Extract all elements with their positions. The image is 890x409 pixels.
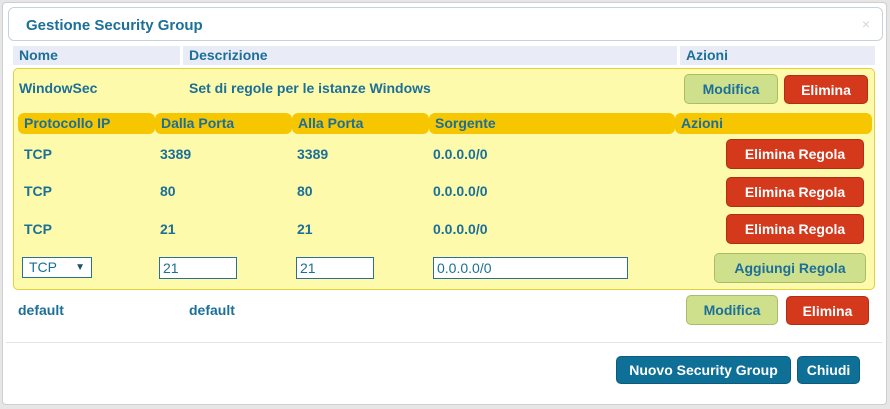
- group-name: WindowSec: [19, 80, 98, 96]
- protocol-select[interactable]: TCP ▼: [22, 257, 92, 278]
- rule-to-port: 3389: [297, 146, 329, 162]
- from-port-input[interactable]: [159, 257, 237, 279]
- column-header-actions: Azioni: [680, 46, 875, 65]
- rule-protocol: TCP: [24, 146, 52, 162]
- footer-divider: [6, 342, 882, 343]
- delete-rule-button[interactable]: Elimina Regola: [726, 139, 864, 169]
- dropdown-arrow-icon: ▼: [75, 262, 85, 273]
- delete-rule-button[interactable]: Elimina Regola: [726, 177, 864, 207]
- column-header-description: Descrizione: [183, 46, 677, 65]
- rule-source: 0.0.0.0/0: [433, 221, 488, 237]
- source-input[interactable]: [433, 257, 628, 279]
- protocol-select-value: TCP: [29, 259, 57, 275]
- rules-header-actions: Azioni: [675, 113, 872, 134]
- rule-from-port: 80: [160, 183, 176, 199]
- rule-source: 0.0.0.0/0: [433, 183, 488, 199]
- rule-from-port: 21: [160, 221, 176, 237]
- rules-header-from-port: Dalla Porta: [155, 113, 292, 134]
- delete-group-button[interactable]: Elimina: [784, 75, 868, 104]
- rule-source: 0.0.0.0/0: [433, 146, 488, 162]
- dialog-title: Gestione Security Group: [26, 17, 203, 34]
- column-header-name: Nome: [13, 46, 180, 65]
- close-button[interactable]: Chiudi: [797, 356, 860, 384]
- delete-group-button[interactable]: Elimina: [786, 296, 869, 325]
- rule-protocol: TCP: [24, 221, 52, 237]
- edit-group-button[interactable]: Modifica: [684, 74, 778, 104]
- group-name: default: [18, 302, 64, 318]
- group-description: Set di regole per le istanze Windows: [189, 80, 431, 96]
- close-icon[interactable]: ×: [862, 16, 870, 32]
- rules-header-protocol: Protocollo IP: [18, 113, 155, 134]
- to-port-input[interactable]: [296, 257, 374, 279]
- rule-to-port: 80: [297, 183, 313, 199]
- rules-header-source: Sorgente: [429, 113, 675, 134]
- add-rule-button[interactable]: Aggiungi Regola: [714, 253, 866, 283]
- delete-rule-button[interactable]: Elimina Regola: [726, 214, 864, 244]
- rule-from-port: 3389: [160, 146, 192, 162]
- dialog-titlebar: Gestione Security Group ×: [8, 7, 883, 41]
- rule-to-port: 21: [297, 221, 313, 237]
- rules-header-to-port: Alla Porta: [292, 113, 429, 134]
- group-description: default: [189, 302, 235, 318]
- new-security-group-button[interactable]: Nuovo Security Group: [616, 356, 791, 384]
- rule-protocol: TCP: [24, 183, 52, 199]
- edit-group-button[interactable]: Modifica: [686, 295, 778, 325]
